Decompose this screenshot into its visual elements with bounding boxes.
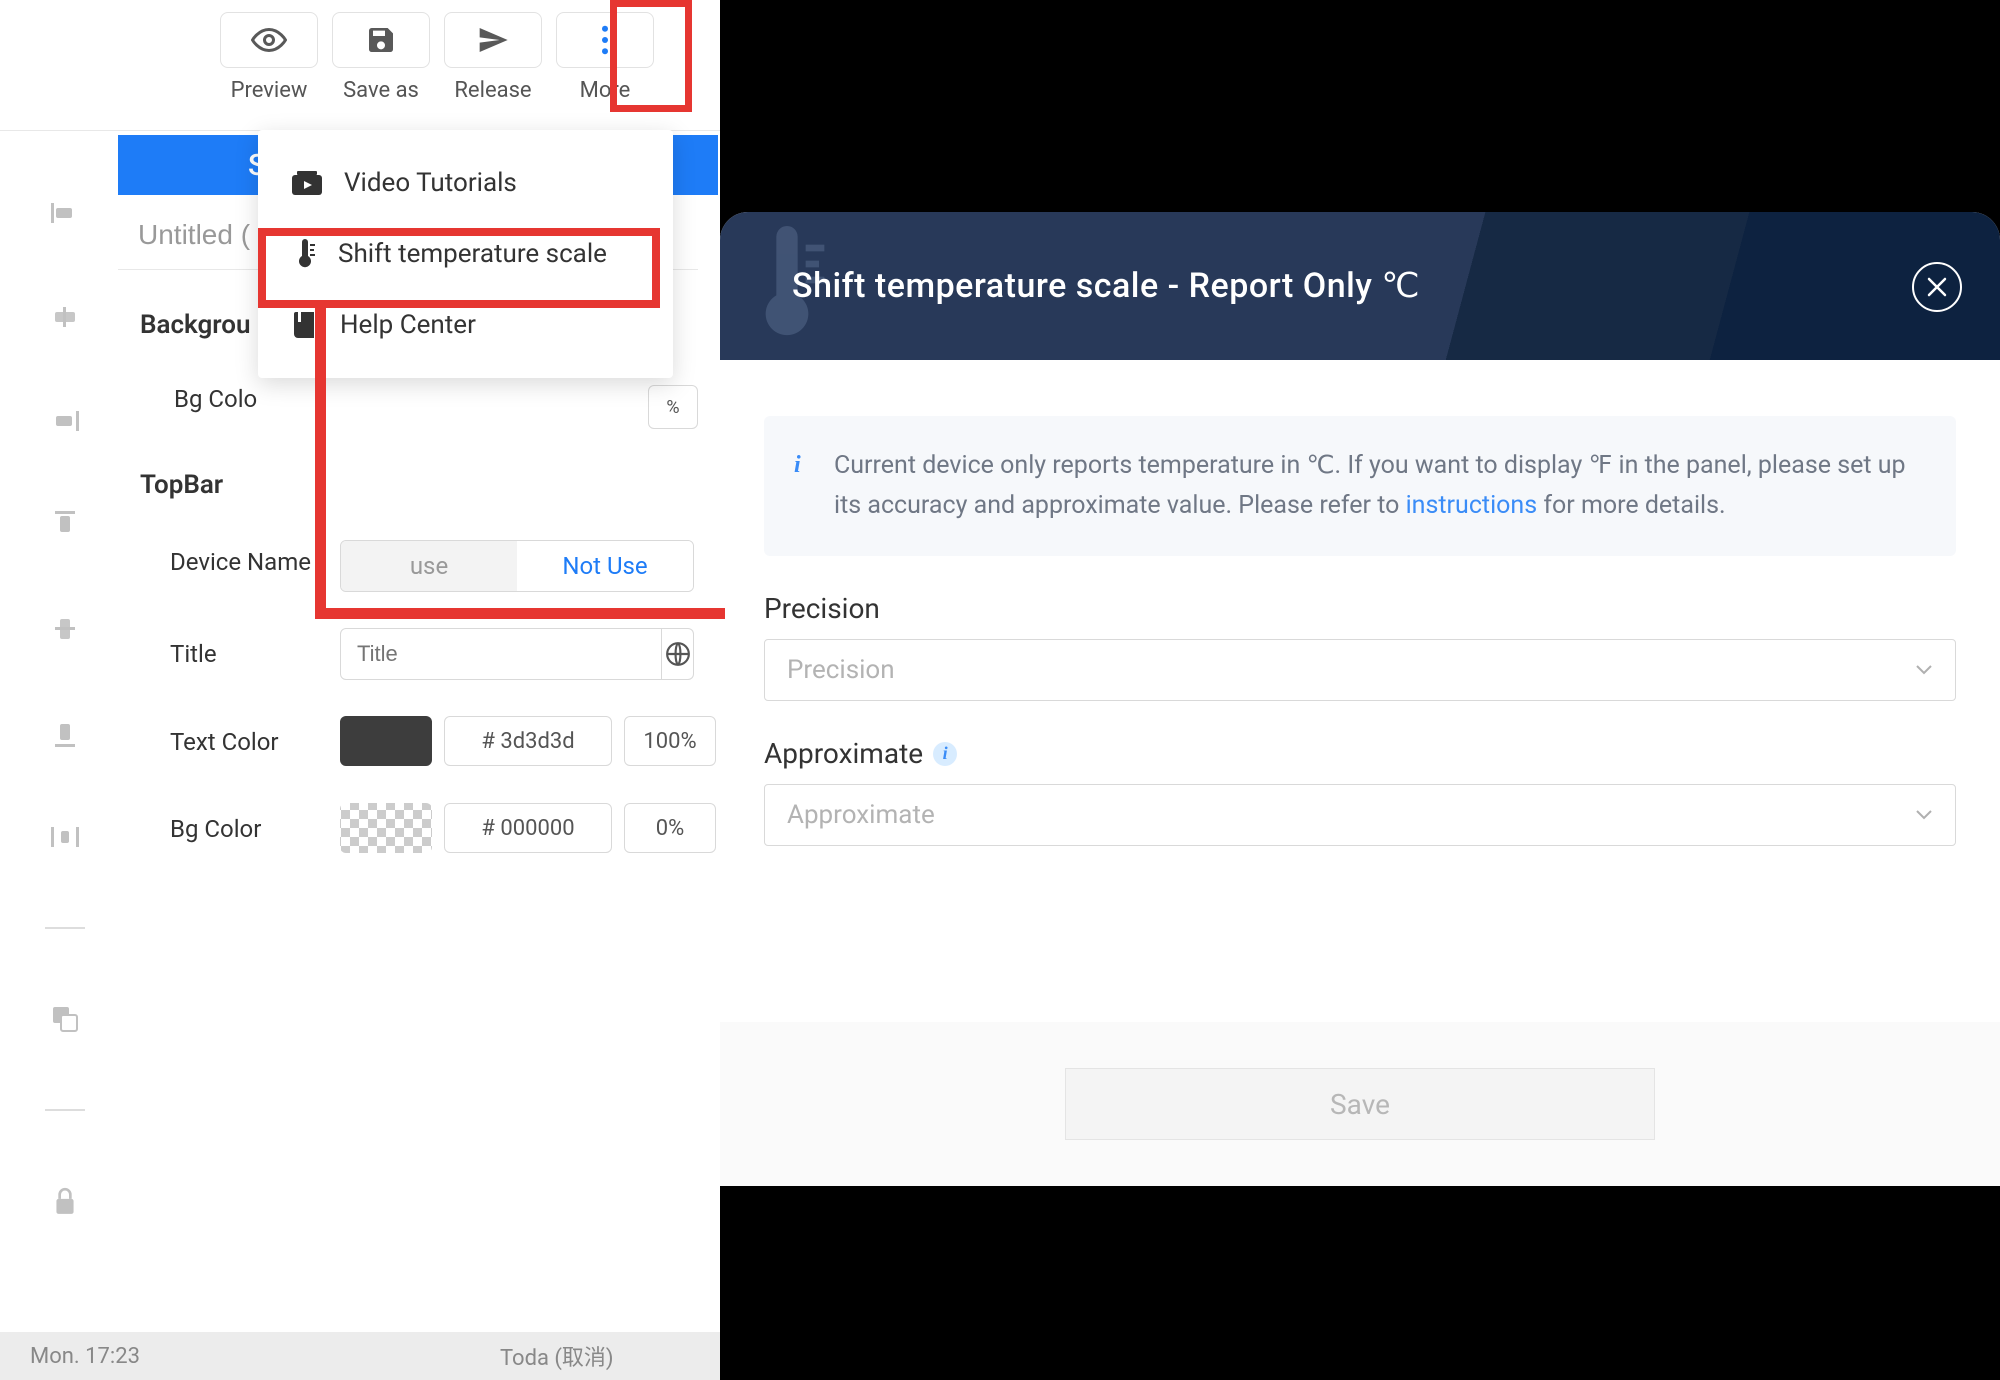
menu-shift-label: Shift temperature scale [338,239,607,269]
release-tool: Release [444,12,542,103]
title-field-wrap [340,628,694,680]
textcolor-pct[interactable]: 100% [624,716,716,766]
chevron-down-icon [1915,809,1933,821]
thermometer-icon [292,238,316,270]
top-toolbar: Preview Save as Release More [220,12,654,103]
info-text-suffix: for more details. [1537,491,1726,520]
toggle-not-use[interactable]: Not Use [517,541,693,591]
lock-icon[interactable] [47,1183,83,1219]
status-bar: Mon. 17:23 Toda (取消) [0,1332,720,1380]
align-center-v-icon[interactable] [47,611,83,647]
strip-separator [45,927,85,929]
preview-label: Preview [231,78,308,103]
more-button[interactable] [556,12,654,68]
textcolor-label: Text Color [170,728,279,756]
align-left-icon[interactable] [47,195,83,231]
bgcolor2-swatch[interactable] [340,803,432,853]
close-icon [1926,276,1948,298]
dialog-close-button[interactable] [1912,262,1962,312]
paper-plane-icon [477,24,509,56]
saveas-tool: Save as [332,12,430,103]
menu-help-center[interactable]: Help Center [258,290,673,360]
approximate-label-text: Approximate [764,737,923,770]
info-icon: i [794,446,818,470]
globe-icon [665,641,691,667]
chevron-down-icon [1915,664,1933,676]
dialog-footer: Save [720,1022,2000,1186]
eye-icon [251,22,287,58]
status-right: Toda (取消) [500,1340,614,1372]
saveas-label: Save as [343,78,419,103]
status-left: Mon. 17:23 [30,1344,140,1369]
toggle-use[interactable]: use [341,541,517,591]
globe-button[interactable] [662,628,694,680]
bgcolor1-pct[interactable]: % [648,385,698,429]
bgcolor2-label: Bg Color [170,815,261,843]
info-box: i Current device only reports temperatur… [764,416,1956,556]
editor-panel: Preview Save as Release More S Backgrou … [0,0,720,1380]
menu-shift-temperature[interactable]: Shift temperature scale [258,218,673,290]
align-center-h-icon[interactable] [47,299,83,335]
precision-label: Precision [764,592,1956,625]
menu-help-label: Help Center [340,310,476,340]
precision-label-text: Precision [764,592,880,625]
floppy-icon [365,24,397,56]
textcolor-swatch[interactable] [340,716,432,766]
video-icon [292,171,322,195]
approximate-label: Approximate i [764,737,1956,770]
align-bottom-icon[interactable] [47,715,83,751]
left-icon-strip [40,195,90,1219]
precision-select[interactable]: Precision [764,639,1956,701]
preview-button[interactable] [220,12,318,68]
dialog-header: Shift temperature scale - Report Only ℃ [720,212,2000,360]
approximate-placeholder: Approximate [787,800,935,830]
title-field[interactable] [340,628,662,680]
approximate-select[interactable]: Approximate [764,784,1956,846]
release-button[interactable] [444,12,542,68]
save-button[interactable]: Save [1065,1068,1655,1140]
dialog-title: Shift temperature scale - Report Only ℃ [792,266,1420,306]
instructions-link[interactable]: instructions [1406,491,1538,520]
approximate-section: Approximate i Approximate [720,701,2000,846]
bgcolor1-label: Bg Colo [174,385,257,413]
saveas-button[interactable] [332,12,430,68]
menu-video-label: Video Tutorials [344,168,517,198]
bgcolor2-row: # 000000 0% [340,803,716,853]
shift-temperature-dialog: Shift temperature scale - Report Only ℃ … [720,212,2000,1186]
bgcolor2-hex[interactable]: # 000000 [444,803,612,853]
bgcolor2-pct[interactable]: 0% [624,803,716,853]
strip-separator-2 [45,1109,85,1111]
distribute-icon[interactable] [47,819,83,855]
info-text-prefix: Current device only reports temperature … [834,451,1906,520]
book-icon [292,310,318,340]
section-topbar-label: TopBar [140,470,223,500]
textcolor-hex[interactable]: # 3d3d3d [444,716,612,766]
preview-tool: Preview [220,12,318,103]
device-name-toggle: use Not Use [340,540,694,592]
more-menu: Video Tutorials Shift temperature scale … [258,130,673,378]
title-row-label: Title [170,640,217,668]
textcolor-row: # 3d3d3d 100% [340,716,716,766]
more-tool: More [556,12,654,103]
precision-placeholder: Precision [787,655,895,685]
precision-section: Precision Precision [720,556,2000,701]
info-icon-small[interactable]: i [933,742,957,766]
align-right-icon[interactable] [47,403,83,439]
more-vertical-icon [601,25,609,55]
more-label: More [580,78,631,103]
release-label: Release [454,78,531,103]
layers-icon[interactable] [47,1001,83,1037]
device-name-label: Device Name [170,548,311,576]
section-background-label: Backgrou [140,310,251,340]
align-top-icon[interactable] [47,507,83,543]
menu-video-tutorials[interactable]: Video Tutorials [258,148,673,218]
